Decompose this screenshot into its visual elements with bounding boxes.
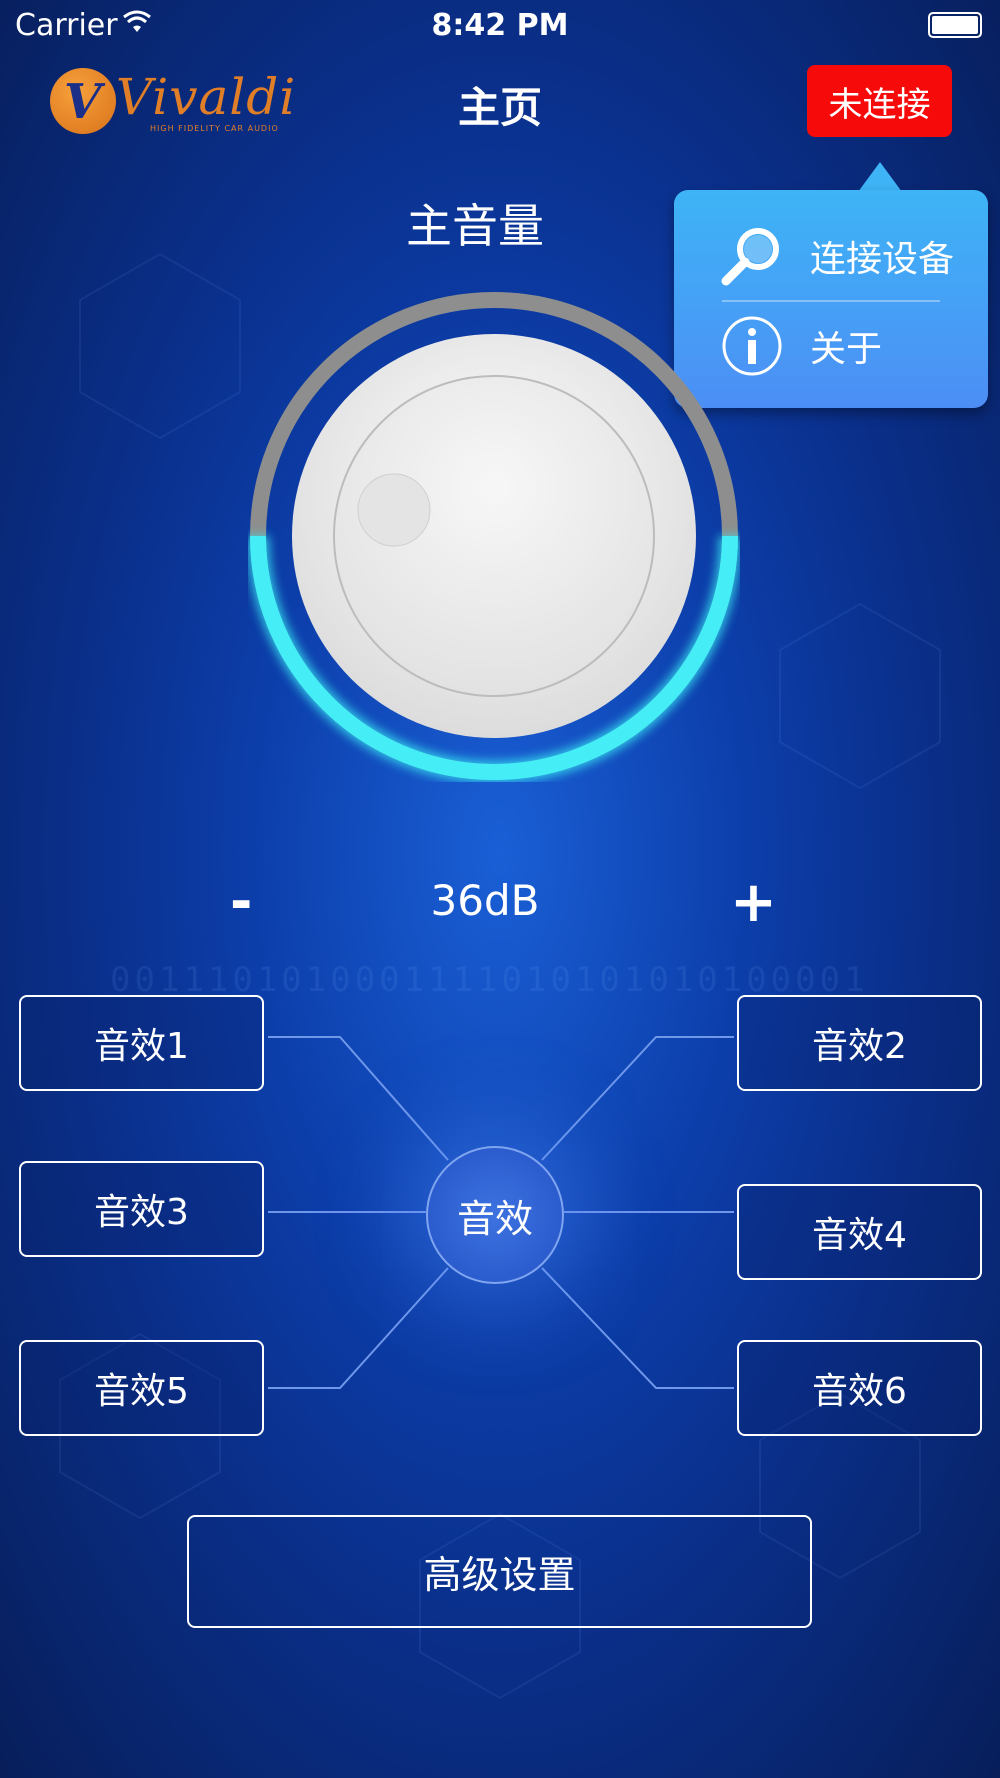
effects-connector-lines [268,1036,734,1389]
effect-button-1[interactable]: 音效1 [19,995,264,1091]
effect-button-6[interactable]: 音效6 [737,1340,982,1436]
effects-hub-button[interactable]: 音效 [426,1146,564,1284]
effect-button-4[interactable]: 音效4 [737,1184,982,1280]
advanced-settings-button[interactable]: 高级设置 [187,1515,812,1628]
effect-button-5[interactable]: 音效5 [19,1340,264,1436]
effect-button-2[interactable]: 音效2 [737,995,982,1091]
effect-button-3[interactable]: 音效3 [19,1161,264,1257]
